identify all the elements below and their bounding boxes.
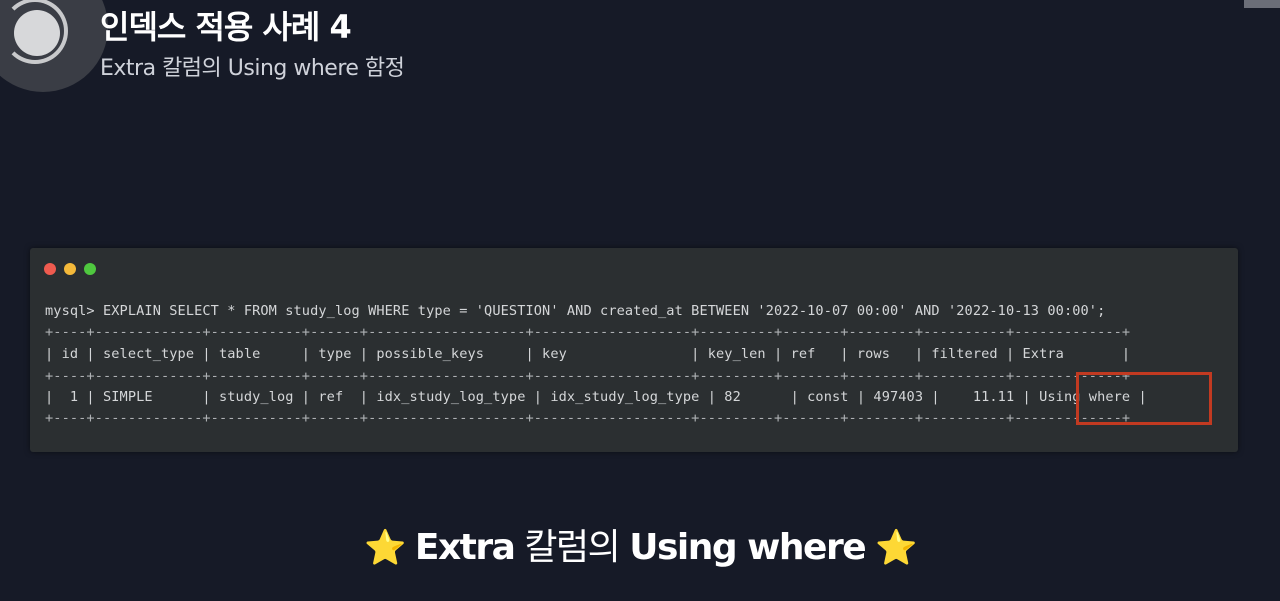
caption-using-where: Using where: [629, 527, 866, 568]
slide-title: 인덱스 적용 사례 4: [100, 8, 352, 46]
table-separator: +----+-------------+-----------+------+-…: [45, 368, 1131, 384]
caption-extra: Extra: [414, 527, 516, 568]
corner-badge: [1244, 0, 1280, 8]
terminal-window: mysql> EXPLAIN SELECT * FROM study_log W…: [30, 248, 1238, 452]
star-icon: ⭐: [875, 528, 917, 568]
table-separator: +----+-------------+-----------+------+-…: [45, 324, 1131, 340]
close-dot-icon: [44, 263, 56, 275]
slide-subtitle: Extra 칼럼의 Using where 함정: [100, 56, 405, 81]
result-row: | 1 | SIMPLE | study_log | ref | idx_stu…: [45, 389, 1147, 405]
sql-command: mysql> EXPLAIN SELECT * FROM study_log W…: [45, 303, 1106, 319]
star-icon: ⭐: [364, 528, 406, 568]
minimize-dot-icon: [64, 263, 76, 275]
extra-column-highlight: [1076, 372, 1212, 425]
slide-caption: ⭐ Extra 칼럼의 Using where ⭐: [0, 518, 1280, 570]
channel-logo: [0, 0, 108, 92]
result-header-row: | id | select_type | table | type | poss…: [45, 346, 1131, 362]
maximize-dot-icon: [84, 263, 96, 275]
logo-circle-icon: [14, 10, 60, 56]
caption-column: 칼럼의: [524, 527, 620, 568]
table-separator: +----+-------------+-----------+------+-…: [45, 410, 1131, 426]
